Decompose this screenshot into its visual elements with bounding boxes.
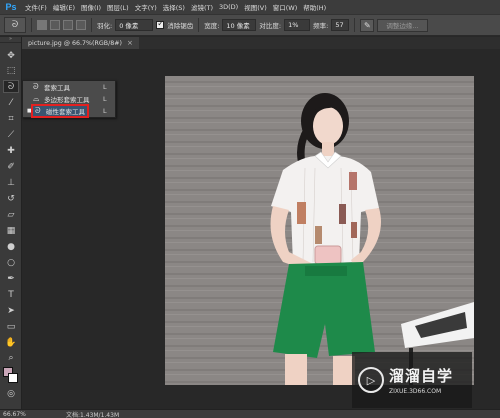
- lasso-icon: ᘐ: [33, 82, 39, 91]
- flyout-item-label: 磁性套索工具: [46, 108, 85, 116]
- contrast-input[interactable]: [284, 19, 311, 31]
- flyout-item-lasso[interactable]: ᘐ 套索工具 L: [23, 81, 115, 93]
- history-brush-tool-icon[interactable]: ↺: [3, 192, 19, 205]
- flyout-item-shortcut: L: [103, 107, 107, 115]
- divider: [91, 18, 92, 32]
- frequency-label: 频率:: [313, 22, 329, 30]
- tablet-pressure-button[interactable]: ✎: [360, 18, 375, 32]
- flyout-item-label: 套索工具: [44, 84, 70, 92]
- lasso-tool-flyout: ᘐ 套索工具 L ⌓ 多边形套索工具 L ■ ᘐ 磁性套索工具 L: [22, 80, 116, 118]
- options-bar: ᘐ 羽化: 消除锯齿 宽度: 对比度: 频率: ✎ 调整边缘...: [0, 14, 500, 36]
- polygonal-lasso-icon: ⌓: [33, 94, 40, 103]
- feather-label: 羽化:: [97, 22, 113, 30]
- background-color-swatch[interactable]: [8, 373, 18, 383]
- quick-mask-icon[interactable]: ◎: [3, 387, 19, 400]
- document-size-info: 文档:1.43M/1.43M: [66, 411, 120, 418]
- new-selection-button[interactable]: [37, 20, 47, 30]
- clone-stamp-tool-icon[interactable]: ⊥: [3, 176, 19, 189]
- zoom-tool-icon[interactable]: ⌕: [3, 351, 19, 364]
- path-selection-tool-icon[interactable]: ➤: [3, 304, 19, 317]
- brush-tool-icon[interactable]: ✐: [3, 160, 19, 173]
- document-tab-title: picture.jpg @ 66.7%(RGB/8#): [28, 39, 122, 47]
- divider: [31, 18, 32, 32]
- magnetic-lasso-icon: ᘐ: [35, 106, 41, 115]
- document-tab-bar: picture.jpg @ 66.7%(RGB/8#) ×: [22, 37, 500, 49]
- menu-window[interactable]: 窗口(W): [270, 2, 301, 12]
- pen-tool-icon[interactable]: ✒: [3, 272, 19, 285]
- menu-edit[interactable]: 编辑(E): [50, 2, 78, 12]
- menu-3d[interactable]: 3D(D): [216, 3, 241, 11]
- document-image[interactable]: [165, 76, 474, 385]
- flyout-item-polygonal-lasso[interactable]: ⌓ 多边形套索工具 L: [23, 93, 115, 105]
- width-label: 宽度:: [204, 22, 220, 30]
- watermark: ▷ 溜溜自学 ZIXUE.3D66.COM: [352, 352, 472, 408]
- add-to-selection-button[interactable]: [50, 20, 60, 30]
- photo-illustration: [165, 76, 474, 385]
- divider: [198, 18, 200, 32]
- dodge-tool-icon[interactable]: ○: [3, 256, 19, 269]
- tool-preset-picker[interactable]: ᘐ: [4, 17, 26, 33]
- tools-panel: » ✥ ⬚ ᘐ ⁄ ⌗ ⟋ ✚ ✐ ⊥ ↺ ▱ ▦ ● ○ ✒ T ➤ ▭ ✋ …: [0, 37, 22, 409]
- intersect-selection-button[interactable]: [76, 20, 86, 30]
- subtract-from-selection-button[interactable]: [63, 20, 73, 30]
- flyout-item-shortcut: L: [103, 83, 107, 91]
- pen-pressure-icon: ✎: [363, 20, 371, 30]
- antialias-checkbox[interactable]: [156, 19, 165, 29]
- watermark-brand: 溜溜自学: [389, 367, 454, 385]
- status-bar: 66.67% 文档:1.43M/1.43M: [0, 409, 500, 418]
- healing-brush-tool-icon[interactable]: ✚: [3, 144, 19, 157]
- photoshop-logo: Ps: [5, 2, 17, 12]
- flyout-item-label: 多边形套索工具: [44, 96, 90, 104]
- panel-grip[interactable]: »: [0, 37, 21, 43]
- flyout-item-magnetic-lasso[interactable]: ■ ᘐ 磁性套索工具 L: [23, 104, 115, 118]
- refine-edge-button[interactable]: 调整边缘...: [377, 18, 428, 32]
- antialias-label: 消除锯齿: [167, 22, 194, 30]
- menu-view[interactable]: 视图(V): [241, 2, 270, 12]
- hand-tool-icon[interactable]: ✋: [3, 336, 19, 349]
- width-input[interactable]: [222, 19, 257, 31]
- highlight-box: ᘐ 磁性套索工具: [31, 104, 89, 118]
- menu-file[interactable]: 文件(F): [22, 2, 50, 12]
- contrast-label: 对比度:: [259, 22, 282, 30]
- move-tool-icon[interactable]: ✥: [3, 49, 19, 62]
- marquee-tool-icon[interactable]: ⬚: [3, 64, 19, 77]
- quick-selection-tool-icon[interactable]: ⁄: [3, 96, 19, 109]
- blur-tool-icon[interactable]: ●: [3, 240, 19, 253]
- menu-filter[interactable]: 滤镜(T): [188, 2, 216, 12]
- menu-select[interactable]: 选择(S): [160, 2, 188, 12]
- menu-bar: Ps 文件(F) 编辑(E) 图像(I) 图层(L) 文字(Y) 选择(S) 滤…: [0, 0, 500, 14]
- play-logo-icon: ▷: [358, 367, 384, 393]
- type-tool-icon[interactable]: T: [3, 288, 19, 301]
- rectangle-tool-icon[interactable]: ▭: [3, 320, 19, 333]
- eraser-tool-icon[interactable]: ▱: [3, 208, 19, 221]
- zoom-level[interactable]: 66.67%: [0, 411, 30, 418]
- flyout-item-shortcut: L: [103, 95, 107, 103]
- feather-input[interactable]: [115, 19, 154, 31]
- divider: [354, 18, 356, 32]
- gradient-tool-icon[interactable]: ▦: [3, 224, 19, 237]
- frequency-input[interactable]: [331, 19, 350, 31]
- watermark-site: ZIXUE.3D66.COM: [389, 388, 442, 395]
- magnetic-lasso-icon: ᘐ: [11, 20, 19, 30]
- crop-tool-icon[interactable]: ⌗: [3, 112, 19, 125]
- menu-type[interactable]: 文字(Y): [132, 2, 160, 12]
- close-icon[interactable]: ×: [127, 39, 133, 47]
- document-tab[interactable]: picture.jpg @ 66.7%(RGB/8#) ×: [22, 37, 139, 49]
- menu-help[interactable]: 帮助(H): [300, 2, 329, 12]
- menu-image[interactable]: 图像(I): [78, 2, 104, 12]
- eyedropper-tool-icon[interactable]: ⟋: [3, 128, 19, 141]
- lasso-tool-icon[interactable]: ᘐ: [3, 80, 19, 93]
- menu-layer[interactable]: 图层(L): [104, 2, 132, 12]
